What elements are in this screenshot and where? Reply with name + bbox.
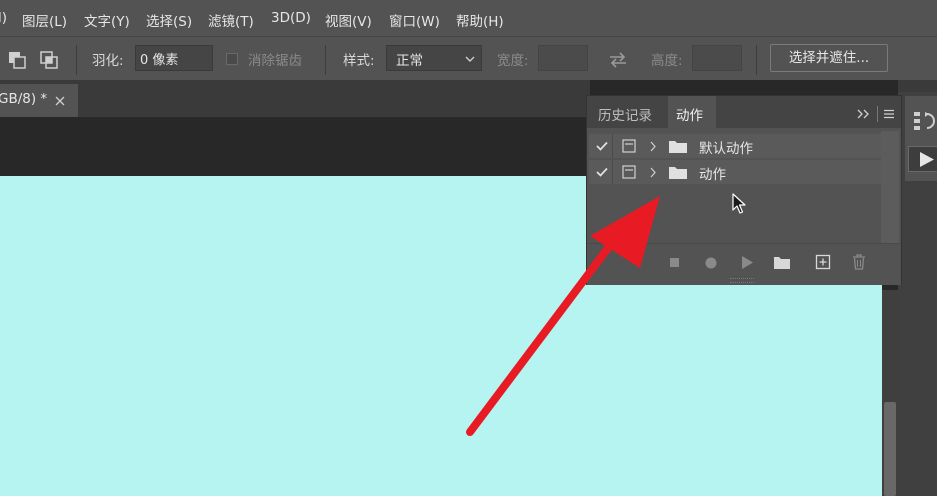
panel-scrollbar[interactable]: [881, 131, 899, 243]
collapse-panel-icon[interactable]: [857, 109, 871, 119]
tab-history[interactable]: 历史记录: [598, 104, 652, 124]
separator: [325, 45, 326, 75]
list-item[interactable]: 默认动作: [589, 134, 881, 158]
antialias-checkbox[interactable]: [226, 53, 238, 65]
style-select[interactable]: 正常: [386, 45, 482, 71]
width-input[interactable]: [538, 45, 588, 71]
dock-panel: [905, 96, 937, 181]
menu-item-filter[interactable]: 滤镜(T): [208, 10, 254, 30]
new-action-icon[interactable]: [815, 254, 831, 270]
chevron-right-icon[interactable]: [649, 141, 657, 152]
options-bar: 羽化: 0 像素 消除锯齿 样式: 正常 宽度: 高度: 选择并遮住...: [0, 36, 937, 80]
menu-item-select[interactable]: 选择(S): [146, 10, 192, 30]
separator: [877, 106, 878, 122]
menu-item-view[interactable]: 视图(V): [325, 10, 372, 30]
style-value: 正常: [396, 53, 423, 69]
separator: [756, 45, 757, 75]
action-set-name: 默认动作: [699, 141, 753, 157]
document-tab-bar: [0, 80, 590, 117]
height-label: 高度:: [651, 53, 683, 69]
menu-item-window[interactable]: 窗口(W): [389, 10, 440, 30]
height-input[interactable]: [692, 45, 742, 71]
menu-item-edit[interactable]: l): [0, 10, 7, 26]
feather-value: 0 像素: [140, 53, 179, 68]
checkmark-icon[interactable]: [596, 141, 608, 151]
document-tab-label: GB/8) *: [0, 91, 48, 107]
swap-icon[interactable]: [608, 52, 628, 68]
list-item[interactable]: 动作: [589, 160, 881, 184]
document-tab[interactable]: GB/8) *: [0, 84, 78, 117]
intersect-selection-icon[interactable]: [40, 51, 60, 69]
chevron-down-icon: [465, 56, 475, 62]
stop-icon[interactable]: [669, 257, 681, 269]
menu-item-type[interactable]: 文字(Y): [84, 10, 130, 30]
vertical-scrollbar-thumb[interactable]: [884, 402, 896, 496]
chevron-right-icon[interactable]: [649, 167, 657, 178]
menu-item-3d[interactable]: 3D(D): [271, 10, 311, 26]
menu-item-help[interactable]: 帮助(H): [456, 10, 504, 30]
feather-input[interactable]: 0 像素: [135, 45, 213, 71]
separator: [612, 134, 613, 158]
play-icon[interactable]: [740, 255, 754, 270]
record-icon[interactable]: [704, 256, 718, 270]
panel-menu-icon[interactable]: [883, 109, 895, 119]
separator: [76, 45, 77, 75]
folder-icon: [669, 141, 687, 153]
select-and-mask-button[interactable]: 选择并遮住...: [770, 44, 888, 72]
close-icon[interactable]: [55, 96, 65, 106]
actions-panel-toggle[interactable]: [908, 146, 937, 172]
new-set-folder-icon[interactable]: [773, 255, 791, 270]
subtract-selection-icon[interactable]: [8, 51, 28, 69]
checkmark-icon[interactable]: [596, 167, 608, 177]
style-label: 样式:: [343, 53, 375, 69]
panel-resize-grip[interactable]: [730, 278, 754, 283]
menu-bar: l) 图层(L) 文字(Y) 选择(S) 滤镜(T) 3D(D) 视图(V) 窗…: [0, 0, 937, 36]
feather-label: 羽化:: [92, 53, 124, 69]
width-label: 宽度:: [497, 53, 529, 69]
dialog-toggle-icon[interactable]: [622, 139, 636, 153]
antialias-label: 消除锯齿: [248, 53, 302, 69]
action-set-name: 动作: [699, 167, 726, 183]
folder-icon: [669, 167, 687, 179]
history-brush-icon[interactable]: [913, 110, 937, 132]
separator: [612, 160, 613, 184]
mouse-cursor-icon: [732, 193, 746, 214]
trash-icon[interactable]: [851, 253, 867, 271]
pasteboard: [0, 117, 590, 176]
play-icon: [920, 152, 934, 167]
dock-header: [898, 80, 937, 92]
dialog-toggle-icon[interactable]: [622, 165, 636, 179]
tab-actions[interactable]: 动作: [668, 96, 716, 128]
menu-item-layer[interactable]: 图层(L): [22, 10, 67, 30]
tab-actions-label: 动作: [676, 108, 703, 124]
